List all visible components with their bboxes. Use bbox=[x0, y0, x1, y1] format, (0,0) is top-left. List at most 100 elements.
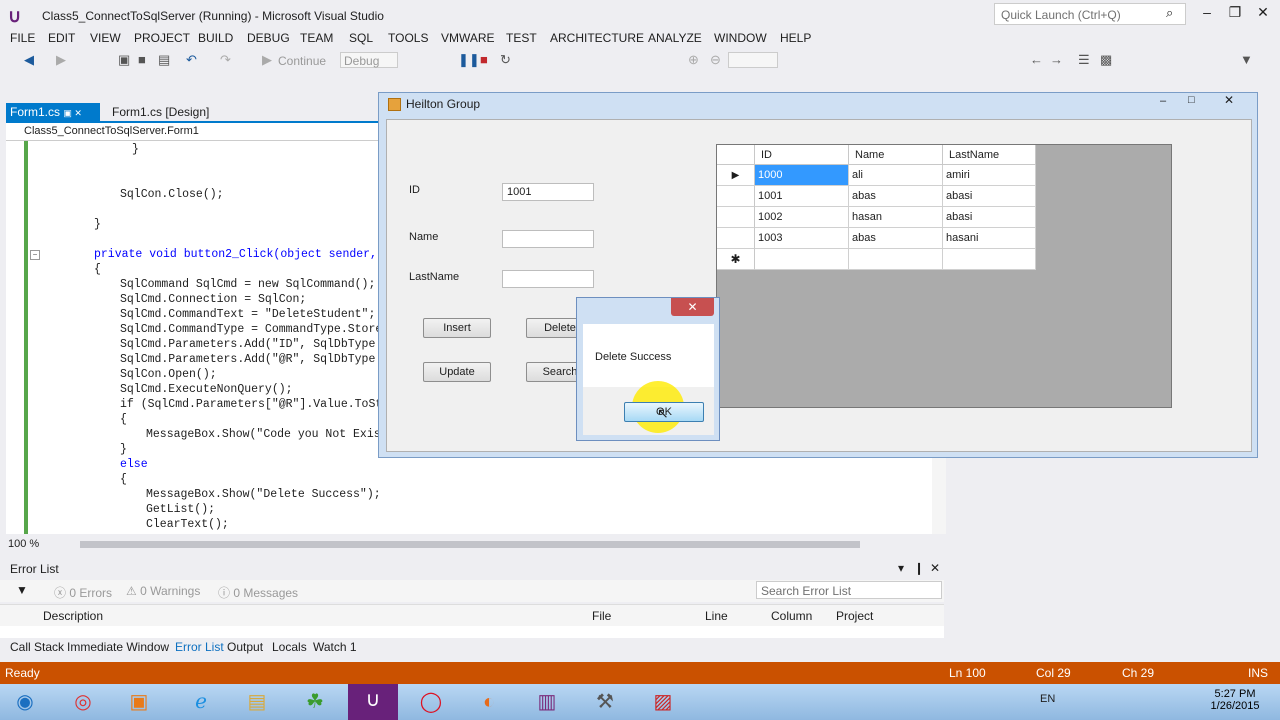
errors-filter[interactable]: ⓧ 0 Errors bbox=[54, 584, 112, 601]
pin-icon[interactable]: ▣ ✕ bbox=[63, 108, 82, 118]
grid-new-cell[interactable] bbox=[943, 249, 1036, 270]
column-column[interactable]: Column bbox=[771, 609, 812, 623]
continue-play-icon[interactable]: ▶ bbox=[262, 52, 272, 68]
grid-cell[interactable]: 1001 bbox=[755, 186, 849, 207]
menu-sql[interactable]: SQL bbox=[349, 31, 373, 45]
tab-error-list[interactable]: Error List bbox=[175, 640, 224, 654]
format-icon[interactable]: ☰ bbox=[1078, 52, 1090, 68]
form-close-button[interactable]: ✕ bbox=[1224, 93, 1234, 107]
menu-file[interactable]: FILE bbox=[10, 31, 35, 45]
zoom-level[interactable]: 100 % bbox=[8, 538, 39, 550]
column-project[interactable]: Project bbox=[836, 609, 873, 623]
warnings-filter[interactable]: ⚠ 0 Warnings bbox=[126, 584, 200, 598]
menu-project[interactable]: PROJECT bbox=[134, 31, 190, 45]
navigation-bar[interactable]: Class5_ConnectToSqlServer.Form1 bbox=[6, 123, 380, 141]
tab-call-stack[interactable]: Call Stack bbox=[10, 640, 64, 654]
menu-tools[interactable]: TOOLS bbox=[388, 31, 428, 45]
forward-icon[interactable]: ▶ bbox=[56, 52, 66, 68]
grid-corner[interactable] bbox=[717, 145, 755, 165]
visual-studio-icon[interactable]: ∪ bbox=[348, 684, 398, 720]
save-icon[interactable]: ■ bbox=[138, 52, 146, 67]
grid-cell[interactable]: ali bbox=[849, 165, 943, 186]
grid-cell[interactable]: abasi bbox=[943, 207, 1036, 228]
grid-cell[interactable]: 1003 bbox=[755, 228, 849, 249]
form-minimize-button[interactable]: – bbox=[1160, 95, 1166, 107]
id-textbox[interactable]: 1001 bbox=[502, 183, 594, 201]
search-icon[interactable]: ⌕ bbox=[1166, 5, 1173, 21]
zoom-in-icon[interactable]: ⊕ bbox=[688, 52, 699, 68]
winrar-icon[interactable]: ▥ bbox=[522, 686, 572, 718]
grid-row-header[interactable] bbox=[717, 228, 755, 249]
zoom-out-icon[interactable]: ⊖ bbox=[710, 52, 721, 68]
grid-row-header[interactable] bbox=[717, 186, 755, 207]
minimize-button[interactable]: – bbox=[1192, 4, 1222, 20]
running-form-icon[interactable]: ▨ bbox=[638, 686, 688, 718]
undo-icon[interactable]: ↶ bbox=[186, 52, 197, 68]
column-description[interactable]: Description bbox=[43, 609, 103, 623]
grid-header-lastname[interactable]: LastName bbox=[943, 145, 1036, 165]
menu-help[interactable]: HELP bbox=[780, 31, 811, 45]
back-icon[interactable]: ◀ bbox=[24, 52, 34, 68]
menu-analyze[interactable]: ANALYZE bbox=[648, 31, 702, 45]
menu-team[interactable]: TEAM bbox=[300, 31, 333, 45]
quick-launch-input[interactable]: Quick Launch (Ctrl+Q) bbox=[994, 3, 1186, 25]
grid-cell[interactable]: abas bbox=[849, 186, 943, 207]
pin-icon[interactable]: ❙ bbox=[914, 561, 924, 575]
open-icon[interactable]: ▣ bbox=[118, 52, 130, 68]
grid-cell[interactable]: hasani bbox=[943, 228, 1036, 249]
lock-icon[interactable]: ▩ bbox=[1100, 52, 1112, 68]
menu-window[interactable]: WINDOW bbox=[714, 31, 767, 45]
redo-icon[interactable]: ↷ bbox=[220, 52, 231, 68]
grid-cell[interactable]: abas bbox=[849, 228, 943, 249]
clock[interactable]: 5:27 PM 1/26/2015 bbox=[1200, 688, 1270, 712]
chrome-icon[interactable]: ◎ bbox=[58, 686, 108, 718]
grid-header-id[interactable]: ID bbox=[755, 145, 849, 165]
pin-icon[interactable]: ▼ bbox=[1240, 52, 1253, 67]
column-line[interactable]: Line bbox=[705, 609, 728, 623]
update-button[interactable]: Update bbox=[423, 362, 491, 382]
tools-icon[interactable]: ⚒ bbox=[580, 686, 630, 718]
messages-filter[interactable]: ⓘ 0 Messages bbox=[218, 584, 298, 601]
lastname-textbox[interactable] bbox=[502, 270, 594, 288]
opera-icon[interactable]: ◯ bbox=[406, 686, 456, 718]
name-textbox[interactable] bbox=[502, 230, 594, 248]
column-file[interactable]: File bbox=[592, 609, 611, 623]
grid-cell[interactable]: 1000 bbox=[755, 165, 849, 186]
grid-cell[interactable]: amiri bbox=[943, 165, 1036, 186]
filter-icon[interactable]: ▼ bbox=[16, 583, 28, 597]
grid-cell[interactable]: hasan bbox=[849, 207, 943, 228]
nav-forward-icon[interactable]: → bbox=[1050, 52, 1063, 67]
menu-debug[interactable]: DEBUG bbox=[247, 31, 290, 45]
panel-menu-icon[interactable]: ▾ bbox=[898, 561, 904, 575]
solution-config-select[interactable]: Debug bbox=[340, 52, 398, 68]
tab-locals[interactable]: Locals bbox=[272, 640, 307, 654]
save-all-icon[interactable]: ▤ bbox=[158, 52, 170, 68]
start-button-icon[interactable]: ◉ bbox=[0, 686, 50, 718]
grid-new-cell[interactable] bbox=[755, 249, 849, 270]
language-indicator[interactable]: EN bbox=[1040, 693, 1055, 705]
close-icon[interactable]: ✕ bbox=[930, 561, 940, 575]
horizontal-scrollbar[interactable] bbox=[80, 541, 860, 548]
tab-form1-cs[interactable]: Form1.cs ▣ ✕ bbox=[6, 103, 100, 121]
close-button[interactable]: ✕ bbox=[1248, 4, 1278, 21]
message-box-close-button[interactable]: ✕ bbox=[671, 298, 714, 316]
file-explorer-icon[interactable]: ▤ bbox=[232, 686, 282, 718]
grid-cell[interactable]: abasi bbox=[943, 186, 1036, 207]
media-player-icon[interactable]: ▣ bbox=[114, 686, 164, 718]
class-path[interactable]: Class5_ConnectToSqlServer.Form1 bbox=[24, 125, 199, 137]
insert-button[interactable]: Insert bbox=[423, 318, 491, 338]
zoom-select[interactable] bbox=[728, 52, 778, 68]
menu-view[interactable]: VIEW bbox=[90, 31, 121, 45]
collapse-icon[interactable]: − bbox=[30, 250, 40, 260]
grid-new-cell[interactable] bbox=[849, 249, 943, 270]
menu-vmware[interactable]: VMWARE bbox=[441, 31, 495, 45]
form-maximize-button[interactable]: □ bbox=[1188, 94, 1195, 106]
menu-edit[interactable]: EDIT bbox=[48, 31, 75, 45]
grid-header-name[interactable]: Name bbox=[849, 145, 943, 165]
tab-form1-design[interactable]: Form1.cs [Design] bbox=[112, 105, 209, 119]
menu-build[interactable]: BUILD bbox=[198, 31, 233, 45]
stop-icon[interactable]: ■ bbox=[480, 52, 488, 67]
grid-new-row-icon[interactable]: ✱ bbox=[717, 249, 755, 270]
internet-explorer-icon[interactable]: ℯ bbox=[176, 686, 226, 718]
grid-row-header[interactable] bbox=[717, 207, 755, 228]
